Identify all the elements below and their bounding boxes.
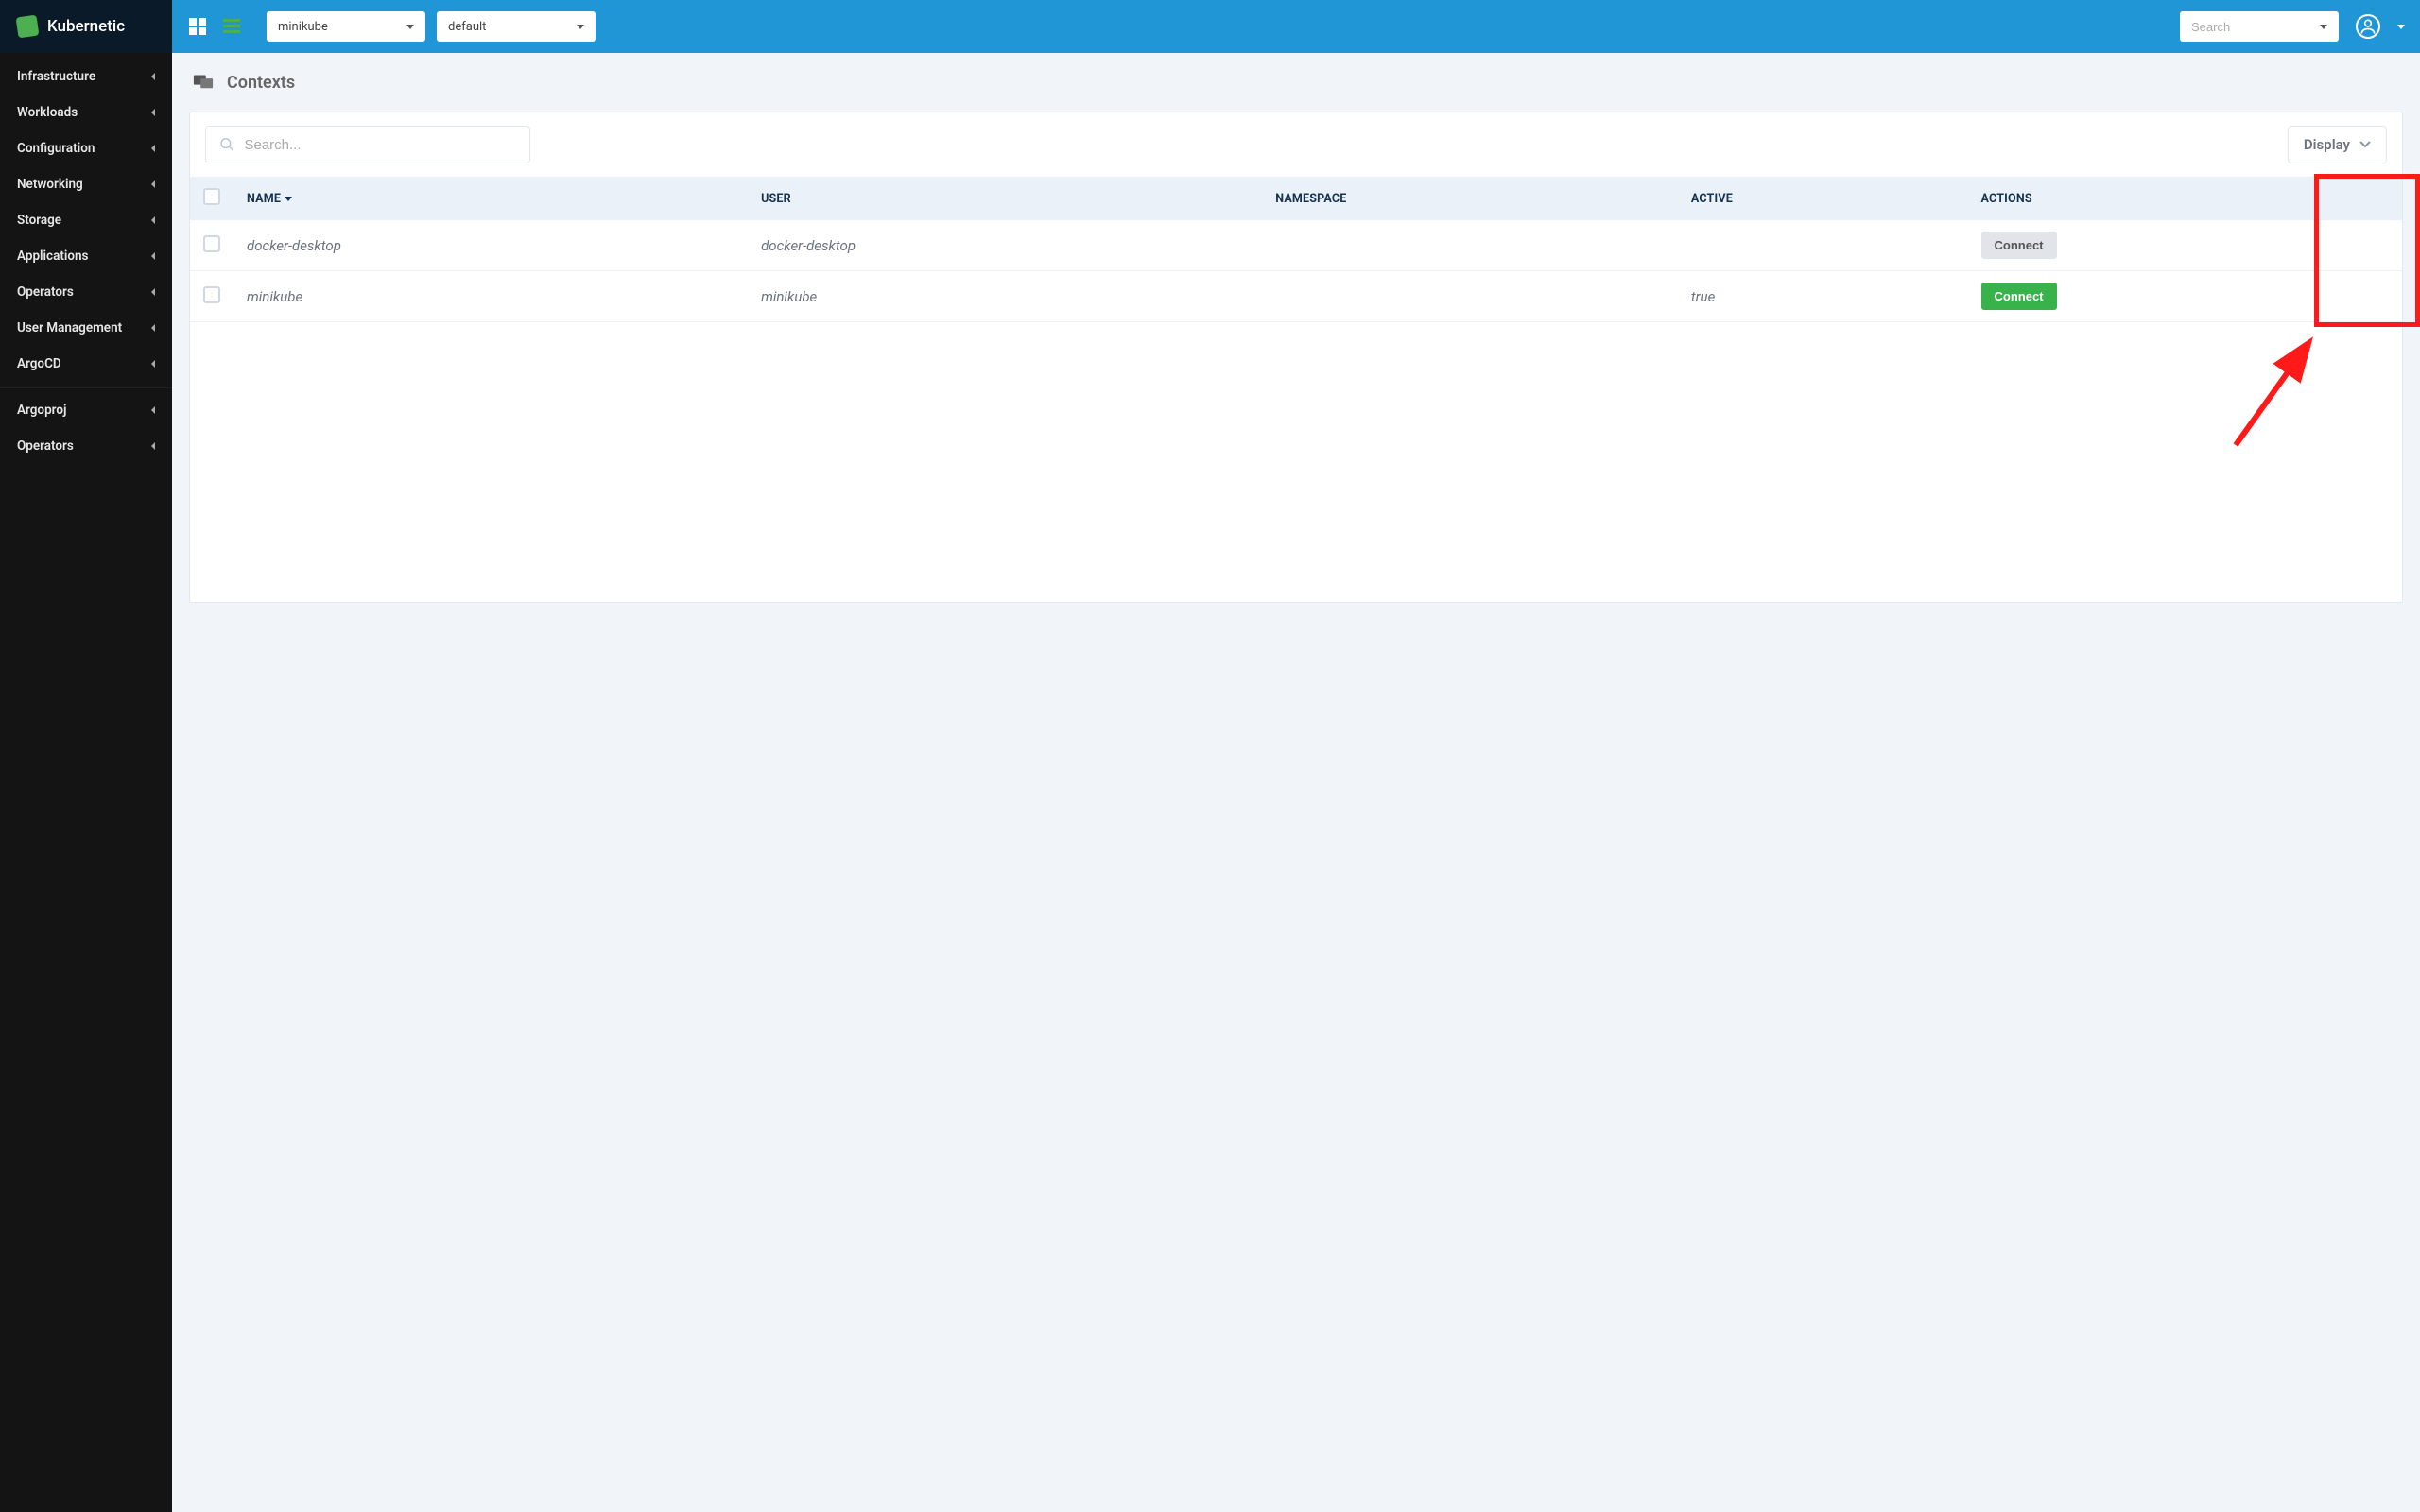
brand-logo-icon: [16, 15, 40, 39]
sidebar-item-workloads[interactable]: Workloads: [0, 94, 172, 130]
sidebar-item-label: Applications: [17, 249, 89, 264]
caret-left-icon: [151, 252, 155, 260]
page-title: Contexts: [227, 73, 295, 93]
sidebar-item-operators[interactable]: Operators: [0, 428, 172, 464]
col-user[interactable]: USER: [748, 177, 1262, 220]
sidebar-item-label: Networking: [17, 177, 83, 192]
namespace-dropdown-value: default: [448, 20, 486, 34]
caret-left-icon: [151, 180, 155, 188]
caret-left-icon: [151, 216, 155, 224]
global-search[interactable]: [2180, 11, 2339, 42]
cell-name: docker-desktop: [233, 220, 748, 271]
connect-button[interactable]: Connect: [1981, 232, 2057, 259]
row-checkbox[interactable]: [203, 286, 220, 303]
sort-caret-icon: [285, 197, 292, 201]
caret-down-icon: [2320, 25, 2327, 29]
sidebar-item-argocd[interactable]: ArgoCD: [0, 346, 172, 382]
sidebar-item-label: Argoproj: [17, 403, 66, 418]
global-search-input[interactable]: [2191, 20, 2305, 34]
contexts-panel: Display NAME USER NAMESPACE ACTIVE ACTIO…: [189, 112, 2403, 603]
cell-user: minikube: [748, 271, 1262, 322]
topbar: Kubernetic minikube default: [0, 0, 2420, 53]
cell-user: docker-desktop: [748, 220, 1262, 271]
main-content: Contexts Display: [172, 53, 2420, 1512]
sidebar: Infrastructure Workloads Configuration Netw…: [0, 53, 172, 1512]
contexts-table: NAME USER NAMESPACE ACTIVE ACTIONS docke…: [190, 177, 2402, 322]
caret-left-icon: [151, 109, 155, 116]
sidebar-item-storage[interactable]: Storage: [0, 202, 172, 238]
user-menu-icon[interactable]: [2356, 14, 2380, 39]
display-button-label: Display: [2304, 136, 2350, 153]
caret-left-icon: [151, 73, 155, 80]
sidebar-item-infrastructure[interactable]: Infrastructure: [0, 59, 172, 94]
context-dropdown[interactable]: minikube: [267, 11, 425, 42]
cell-active: [1678, 220, 1968, 271]
select-all-checkbox[interactable]: [203, 188, 220, 205]
sidebar-item-applications[interactable]: Applications: [0, 238, 172, 274]
sidebar-item-label: Storage: [17, 213, 61, 228]
sidebar-item-label: Infrastructure: [17, 69, 95, 84]
brand: Kubernetic: [0, 0, 172, 53]
user-menu-caret-icon[interactable]: [2397, 25, 2405, 29]
sidebar-item-label: Operators: [17, 438, 74, 454]
cell-active: true: [1678, 271, 1968, 322]
col-name[interactable]: NAME: [233, 177, 748, 220]
grid-view-icon[interactable]: [189, 18, 206, 35]
row-checkbox[interactable]: [203, 235, 220, 252]
cell-namespace: [1262, 220, 1678, 271]
sidebar-item-label: Workloads: [17, 105, 78, 120]
col-active[interactable]: ACTIVE: [1678, 177, 1968, 220]
chevron-down-icon: [2360, 141, 2371, 148]
cell-namespace: [1262, 271, 1678, 322]
namespace-dropdown[interactable]: default: [437, 11, 596, 42]
sidebar-item-label: Operators: [17, 284, 74, 300]
caret-left-icon: [151, 145, 155, 152]
connect-button[interactable]: Connect: [1981, 283, 2057, 310]
panel-search-input[interactable]: [244, 137, 516, 153]
caret-left-icon: [151, 288, 155, 296]
sidebar-item-argoproj[interactable]: Argoproj: [0, 392, 172, 428]
brand-name: Kubernetic: [47, 17, 125, 36]
contexts-icon: [191, 70, 216, 94]
caret-down-icon: [406, 25, 414, 29]
sidebar-item-label: User Management: [17, 320, 122, 335]
caret-left-icon: [151, 442, 155, 450]
col-actions: ACTIONS: [1968, 177, 2402, 220]
list-view-icon[interactable]: [223, 18, 240, 35]
caret-left-icon: [151, 360, 155, 368]
display-button[interactable]: Display: [2288, 126, 2387, 163]
panel-search[interactable]: [205, 126, 530, 163]
search-icon: [219, 136, 234, 153]
col-namespace[interactable]: NAMESPACE: [1262, 177, 1678, 220]
sidebar-item-networking[interactable]: Networking: [0, 166, 172, 202]
cell-name: minikube: [233, 271, 748, 322]
sidebar-item-operators[interactable]: Operators: [0, 274, 172, 310]
table-row: minikubeminikube true Connect: [190, 271, 2402, 322]
sidebar-item-label: Configuration: [17, 141, 95, 156]
sidebar-item-configuration[interactable]: Configuration: [0, 130, 172, 166]
sidebar-item-user-management[interactable]: User Management: [0, 310, 172, 346]
caret-down-icon: [577, 25, 584, 29]
caret-left-icon: [151, 406, 155, 414]
context-dropdown-value: minikube: [278, 20, 328, 34]
table-row: docker-desktopdocker-desktop Connect: [190, 220, 2402, 271]
sidebar-item-label: ArgoCD: [17, 356, 61, 371]
caret-left-icon: [151, 324, 155, 332]
